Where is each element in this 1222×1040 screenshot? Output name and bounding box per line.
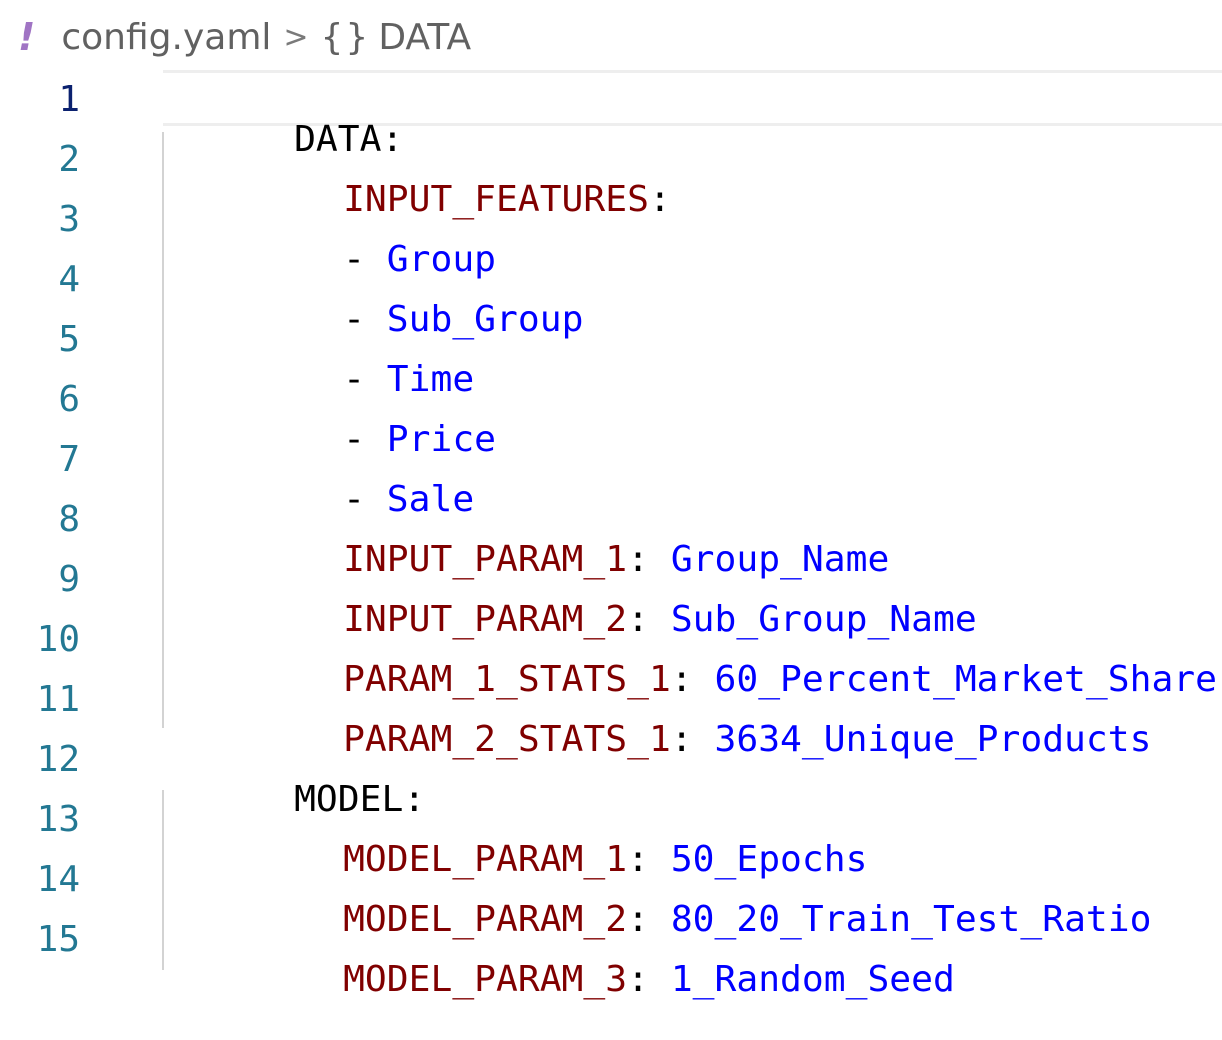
code-line[interactable]: 8 INPUT_PARAM_1: Group_Name	[0, 490, 1222, 580]
chevron-right-icon: >	[283, 19, 309, 55]
code-line[interactable]: 2 INPUT_FEATURES:	[0, 130, 1222, 220]
line-number: 11	[36, 679, 80, 720]
line-number: 10	[36, 619, 80, 660]
yaml-value: 1_Random_Seed	[670, 959, 955, 1000]
line-number: 7	[58, 439, 80, 480]
code-line[interactable]: 13 MODEL_PARAM_1: 50_Epochs	[0, 790, 1222, 880]
line-number: 6	[58, 379, 80, 420]
code-line[interactable]: 1 DATA:	[0, 70, 1222, 160]
line-number: 3	[58, 199, 80, 240]
line-number: 12	[36, 739, 80, 780]
object-symbol-icon: {}	[320, 16, 371, 58]
code-text: MODEL_PARAM_3: 1_Random_Seed	[212, 920, 955, 1040]
code-line[interactable]: 10 PARAM_1_STATS_1: 60_Percent_Market_Sh…	[0, 610, 1222, 700]
code-line[interactable]: 6 - Price	[0, 370, 1222, 460]
code-line[interactable]: 5 - Time	[0, 310, 1222, 400]
line-number: 14	[36, 859, 80, 900]
code-line[interactable]: 3 - Group	[0, 190, 1222, 280]
code-editor[interactable]: 1 DATA: 2 INPUT_FEATURES: 3 - Group 4 - …	[0, 70, 1222, 1000]
code-line[interactable]: 4 - Sub_Group	[0, 250, 1222, 340]
breadcrumb-file-name[interactable]: config.yaml	[61, 17, 271, 58]
line-number: 4	[58, 259, 80, 300]
line-number: 8	[58, 499, 80, 540]
line-number: 9	[58, 559, 80, 600]
line-number: 2	[58, 139, 80, 180]
code-line[interactable]: 11 PARAM_2_STATS_1: 3634_Unique_Products	[0, 670, 1222, 760]
code-line[interactable]: 14 MODEL_PARAM_2: 80_20_Train_Test_Ratio	[0, 850, 1222, 940]
yaml-key: MODEL_PARAM_3	[343, 959, 628, 1000]
line-number: 1	[58, 79, 80, 120]
code-line[interactable]: 12 MODEL:	[0, 730, 1222, 820]
line-number: 5	[58, 319, 80, 360]
code-line[interactable]: 7 - Sale	[0, 430, 1222, 520]
line-number: 15	[36, 919, 80, 960]
line-number: 13	[36, 799, 80, 840]
breadcrumb: ! config.yaml > {} DATA	[18, 14, 471, 60]
code-line[interactable]: 9 INPUT_PARAM_2: Sub_Group_Name	[0, 550, 1222, 640]
yaml-colon: :	[627, 959, 671, 1000]
yaml-file-icon: !	[18, 15, 36, 59]
code-line[interactable]: 15 MODEL_PARAM_3: 1_Random_Seed	[0, 910, 1222, 1000]
breadcrumb-symbol-name[interactable]: DATA	[378, 17, 471, 58]
